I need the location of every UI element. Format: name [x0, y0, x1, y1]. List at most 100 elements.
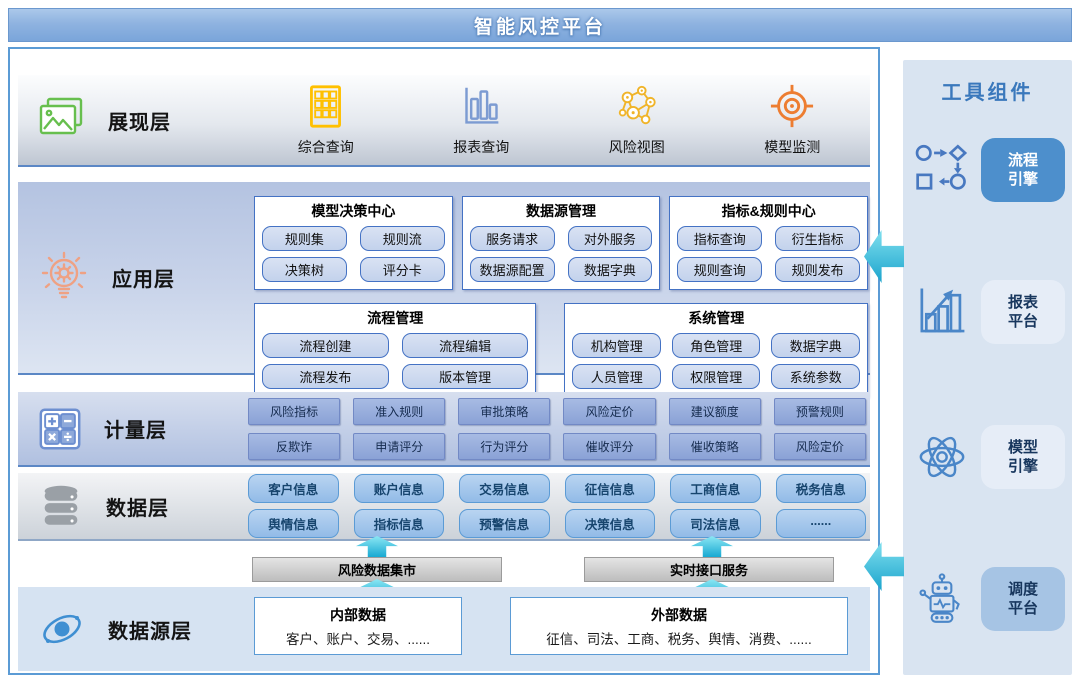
app-chip: 数据源配置	[470, 257, 555, 282]
internal-data-desc: 客户、账户、交易、......	[286, 628, 430, 648]
group-model-decision-center: 模型决策中心 规则集 规则流 决策树 评分卡	[254, 196, 453, 290]
tool-item-scheduling-platform: 调度平台	[911, 566, 1065, 632]
grid-icon	[303, 84, 348, 129]
app-chip: 衍生指标	[775, 226, 860, 251]
app-chip: 权限管理	[672, 364, 761, 389]
app-chip: 对外服务	[568, 226, 653, 251]
data-layer-label: 数据层	[106, 492, 169, 521]
app-chip: 数据字典	[568, 257, 653, 282]
group-title: 数据源管理	[470, 201, 653, 221]
atom-icon	[913, 428, 971, 486]
measurement-chip: 反欺诈	[248, 433, 340, 460]
application-groups: 模型决策中心 规则集 规则流 决策树 评分卡 数据源管理 服务请求 对外服务	[248, 182, 870, 373]
target-icon	[769, 83, 815, 129]
tool-box-report-platform: 报表平台	[981, 280, 1065, 344]
band-measurement-layer: 计量层 风险指标 准入规则 审批策略 风险定价 建议额度 预警规则 反欺诈 申请…	[18, 392, 870, 467]
tool-label: 调度平台	[1006, 580, 1040, 619]
calculator-icon	[36, 405, 84, 453]
group-indicator-rule-center: 指标&规则中心 指标查询 衍生指标 规则查询 规则发布	[669, 196, 868, 290]
presentation-layer-label-zone: 展现层	[18, 75, 248, 165]
app-chip: 规则流	[360, 226, 445, 251]
presentation-item-riskview: 风险视图	[559, 83, 715, 157]
galaxy-icon	[36, 603, 88, 655]
presentation-layer-label: 展现层	[108, 106, 171, 135]
measurement-chip: 风险指标	[248, 398, 340, 425]
bulb-gear-icon	[36, 250, 92, 306]
internal-data-title: 内部数据	[330, 605, 386, 625]
measurement-layer-label-zone: 计量层	[18, 392, 248, 465]
presentation-item-label: 综合查询	[298, 137, 354, 157]
main-architecture-panel: 展现层 综合查询	[8, 47, 880, 675]
measurement-chip: 风险定价	[563, 398, 655, 425]
data-pill: 客户信息	[248, 474, 339, 503]
risk-data-mart-label: 风险数据集市	[338, 560, 416, 579]
tool-label: 模型引擎	[1006, 438, 1040, 477]
band-presentation-layer: 展现层 综合查询	[18, 75, 870, 167]
application-group-row-2: 流程管理 流程创建 流程编辑 流程发布 版本管理 系统管理 机构管理 角色管理	[254, 303, 868, 397]
measurement-row-1: 风险指标 准入规则 审批策略 风险定价 建议额度 预警规则	[248, 398, 866, 425]
network-icon	[614, 83, 660, 129]
app-chip: 规则发布	[775, 257, 860, 282]
presentation-item-report: 报表查询	[404, 84, 560, 157]
data-pills: 客户信息 账户信息 交易信息 征信信息 工商信息 税务信息 舆情信息 指标信息 …	[248, 473, 870, 539]
presentation-item-label: 模型监测	[764, 137, 820, 157]
measurement-chip: 风险定价	[774, 433, 866, 460]
app-chip: 流程创建	[262, 333, 389, 358]
app-chip: 数据字典	[771, 333, 860, 358]
data-pill: 决策信息	[565, 509, 656, 538]
report-chart-icon	[914, 284, 970, 340]
datasource-boxes: 内部数据 客户、账户、交易、...... 外部数据 征信、司法、工商、税务、舆情…	[248, 587, 870, 671]
risk-data-mart-bar: 风险数据集市	[252, 557, 502, 582]
measurement-chip: 行为评分	[458, 433, 550, 460]
platform-title-banner: 智能风控平台	[8, 8, 1072, 42]
measurement-chip: 申请评分	[353, 433, 445, 460]
app-chip: 服务请求	[470, 226, 555, 251]
app-chip: 流程编辑	[402, 333, 529, 358]
group-title: 模型决策中心	[262, 201, 445, 221]
data-pill: 账户信息	[354, 474, 445, 503]
measurement-chip: 准入规则	[353, 398, 445, 425]
tool-item-model-engine: 模型引擎	[911, 424, 1065, 490]
external-data-title: 外部数据	[651, 605, 707, 625]
band-application-layer: 应用层 模型决策中心 规则集 规则流 决策树 评分卡 数据源管理	[18, 182, 870, 375]
group-title: 系统管理	[572, 308, 860, 328]
application-layer-label-zone: 应用层	[18, 182, 248, 373]
group-title: 指标&规则中心	[677, 201, 860, 221]
app-chip: 规则查询	[677, 257, 762, 282]
data-pill: 征信信息	[565, 474, 656, 503]
measurement-chip: 审批策略	[458, 398, 550, 425]
measurement-row-2: 反欺诈 申请评分 行为评分 催收评分 催收策略 风险定价	[248, 433, 866, 460]
presentation-item-monitor: 模型监测	[715, 83, 871, 157]
measurement-chip: 催收评分	[563, 433, 655, 460]
application-layer-label: 应用层	[112, 263, 175, 292]
group-datasource-management: 数据源管理 服务请求 对外服务 数据源配置 数据字典	[462, 196, 661, 290]
app-chip: 人员管理	[572, 364, 661, 389]
realtime-interface-label: 实时接口服务	[670, 560, 748, 579]
realtime-interface-bar: 实时接口服务	[584, 557, 834, 582]
presentation-items: 综合查询 报表查询	[248, 75, 870, 165]
flowchart-icon	[914, 142, 970, 198]
internal-data-box: 内部数据 客户、账户、交易、......	[254, 597, 462, 655]
tool-box-process-engine: 流程引擎	[981, 138, 1065, 202]
presentation-item-query: 综合查询	[248, 84, 404, 157]
app-chip: 角色管理	[672, 333, 761, 358]
tools-sidebar: 工具组件 流程引擎	[903, 60, 1072, 675]
external-data-box: 外部数据 征信、司法、工商、税务、舆情、消费、......	[510, 597, 848, 655]
measurement-chip: 催收策略	[669, 433, 761, 460]
measurement-chips: 风险指标 准入规则 审批策略 风险定价 建议额度 预警规则 反欺诈 申请评分 行…	[248, 392, 870, 465]
group-system-management: 系统管理 机构管理 角色管理 数据字典 人员管理 权限管理 系统参数	[564, 303, 868, 397]
measurement-chip: 建议额度	[669, 398, 761, 425]
app-chip: 版本管理	[402, 364, 529, 389]
measurement-chip: 预警规则	[774, 398, 866, 425]
tool-label: 报表平台	[1006, 293, 1040, 332]
data-row-1: 客户信息 账户信息 交易信息 征信信息 工商信息 税务信息	[248, 474, 866, 503]
presentation-item-label: 报表查询	[453, 137, 509, 157]
data-pill: 舆情信息	[248, 509, 339, 538]
data-pill: 指标信息	[354, 509, 445, 538]
data-pill: 税务信息	[776, 474, 867, 503]
tool-item-report-platform: 报表平台	[911, 279, 1065, 345]
bar-chart-icon	[459, 84, 504, 129]
tool-label: 流程引擎	[1006, 151, 1040, 190]
group-title: 流程管理	[262, 308, 528, 328]
band-datasource-layer: 数据源层 内部数据 客户、账户、交易、...... 外部数据 征信、司法、工商、…	[18, 587, 870, 671]
